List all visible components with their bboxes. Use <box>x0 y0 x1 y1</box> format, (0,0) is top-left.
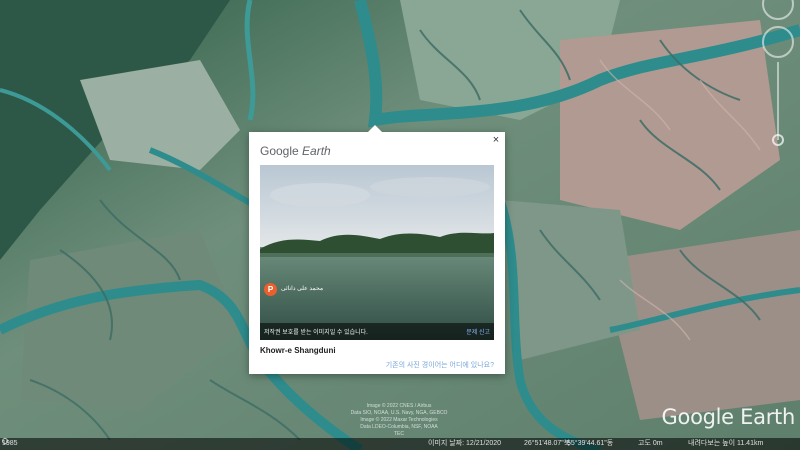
copyright-notice: 저작권 보호를 받는 이미지일 수 있습니다. <box>264 330 368 336</box>
google-earth-watermark: Google Earth <box>661 405 796 429</box>
place-title: Khowr-e Shangduni <box>260 346 336 355</box>
elevation-readout: 고도 0m <box>638 440 663 447</box>
zoom-slider-knob[interactable] <box>772 134 784 146</box>
popup-pointer <box>368 125 382 132</box>
look-joystick[interactable] <box>762 0 794 20</box>
google-earth-logo: Google Earth <box>260 144 331 158</box>
author-name[interactable]: محمد علی دانائی <box>281 285 323 292</box>
attribution-line: Image © 2022 CNES / Airbus <box>366 403 432 409</box>
close-icon[interactable]: × <box>490 134 502 146</box>
attribution-line: Data LDEO-Columbia, NSF, NOAA <box>360 424 438 430</box>
year-label: 1985 <box>2 440 18 447</box>
place-info-popup: × Google Earth P محمد علی دانائی 저작권 보호를… <box>249 125 505 374</box>
latitude-readout: 26°51'48.07"북 <box>524 440 571 447</box>
place-photo[interactable]: P محمد علی دانائی 저작권 보호를 받는 이미지일 수 있습니다… <box>260 165 494 340</box>
photo-location-link[interactable]: 기존의 사진 경이어는 어디에 있나요? <box>386 360 494 370</box>
eye-altitude-readout: 내려다보는 높이 11.41km <box>688 440 764 447</box>
report-problem-link[interactable]: 문제 신고 <box>466 327 490 336</box>
attribution-line: Data SIO, NOAA, U.S. Navy, NGA, GEBCO <box>350 410 448 416</box>
zoom-slider[interactable] <box>777 62 779 140</box>
attribution-line: Image © 2022 Maxar Technologies <box>360 417 438 423</box>
map-attribution: Image © 2022 CNES / Airbus Data SIO, NOA… <box>344 403 454 438</box>
author-avatar[interactable]: P <box>264 283 277 296</box>
status-bar: 1985 이미지 날짜: 12/21/2020 26°51'48.07"북 55… <box>0 438 800 450</box>
photo-caption-bar: 저작권 보호를 받는 이미지일 수 있습니다. 문제 신고 <box>260 323 494 340</box>
logo-earth-text: Earth <box>302 144 331 158</box>
move-joystick[interactable] <box>762 26 794 58</box>
attribution-line: TEC <box>394 431 404 437</box>
logo-google-text: Google <box>260 144 299 158</box>
longitude-readout: 55°39'44.61"동 <box>567 440 614 447</box>
navigation-controls[interactable] <box>760 0 796 150</box>
imagery-date: 이미지 날짜: 12/21/2020 <box>428 440 502 447</box>
